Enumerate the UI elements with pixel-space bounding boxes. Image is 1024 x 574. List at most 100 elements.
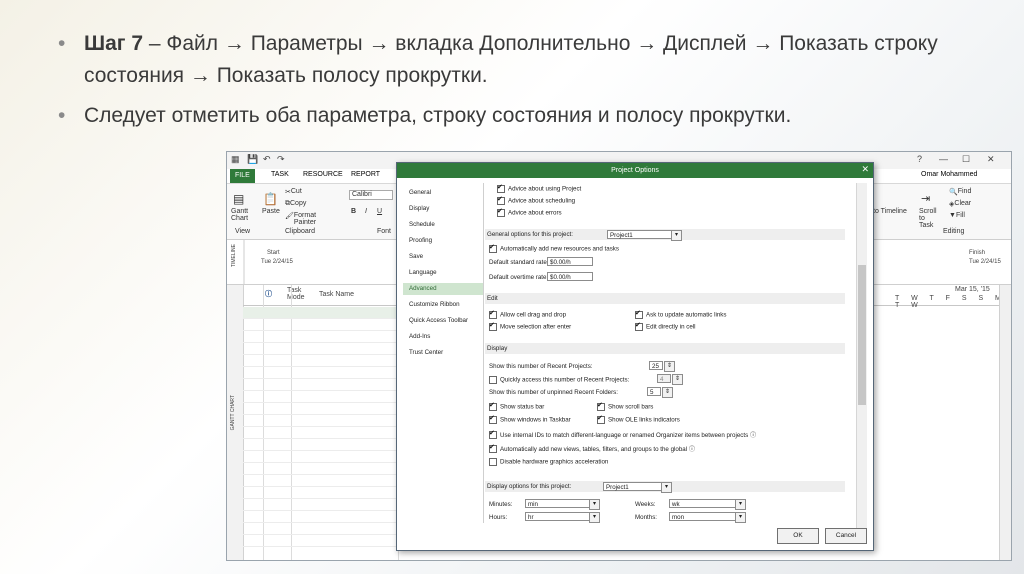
recent-projects-field[interactable]: 25 <box>649 361 663 370</box>
close-window-icon[interactable]: ✕ <box>987 154 995 165</box>
checkbox[interactable] <box>635 309 643 319</box>
checkbox[interactable] <box>489 429 497 440</box>
chevron-down-icon[interactable]: ▾ <box>589 499 600 510</box>
scroll-to-task-button[interactable]: Scroll to Task <box>919 208 939 229</box>
ot-rate-field[interactable]: $0.00/h <box>547 272 593 281</box>
advice-using-option[interactable]: Advice about using Project <box>497 183 581 193</box>
bold-button[interactable]: B <box>351 208 356 215</box>
nav-language[interactable]: Language <box>403 267 483 279</box>
help-icon[interactable]: ? <box>917 154 922 164</box>
table-row[interactable] <box>243 403 398 415</box>
checkbox[interactable] <box>635 321 643 331</box>
checkbox[interactable] <box>489 321 497 331</box>
chevron-down-icon[interactable]: ▾ <box>589 512 600 523</box>
table-row[interactable] <box>243 475 398 487</box>
checkbox[interactable] <box>597 401 605 411</box>
checkbox[interactable] <box>597 414 605 424</box>
std-rate-field[interactable]: $0.00/h <box>547 257 593 266</box>
add-to-timeline-button[interactable]: to Timeline <box>873 208 907 215</box>
task-mode-header[interactable]: Task Mode <box>287 287 307 301</box>
maximize-icon[interactable]: ☐ <box>962 154 970 165</box>
advice-errors-option[interactable]: Advice about errors <box>497 207 562 217</box>
nav-general[interactable]: General <box>403 187 483 199</box>
hours-select[interactable]: hr <box>525 512 595 521</box>
undo-icon[interactable]: ↶ <box>263 154 271 165</box>
checkbox[interactable] <box>489 243 497 253</box>
table-row[interactable] <box>243 379 398 391</box>
unpinned-folders-field[interactable]: 5 <box>647 387 661 396</box>
table-row[interactable] <box>243 415 398 427</box>
tab-report[interactable]: REPORT <box>351 171 380 178</box>
minutes-select[interactable]: min <box>525 499 595 508</box>
checkbox[interactable] <box>497 183 505 193</box>
nav-save[interactable]: Save <box>403 251 483 263</box>
chevron-down-icon[interactable]: ▾ <box>735 512 746 523</box>
table-row[interactable] <box>243 499 398 511</box>
weeks-select[interactable]: wk <box>669 499 741 508</box>
show-scroll-bars-option[interactable]: Show scroll bars <box>597 401 653 411</box>
nav-customize-ribbon[interactable]: Customize Ribbon <box>403 299 483 311</box>
checkbox[interactable] <box>489 376 497 384</box>
italic-button[interactable]: I <box>365 208 367 215</box>
table-row[interactable] <box>243 511 398 523</box>
cut-button[interactable]: ✂ Cut <box>285 188 302 196</box>
table-row[interactable] <box>243 535 398 547</box>
ask-update-option[interactable]: Ask to update automatic links <box>635 309 726 319</box>
fill-button[interactable]: ▼ Fill <box>949 212 965 219</box>
clear-button[interactable]: ◈ Clear <box>949 200 971 208</box>
checkbox[interactable] <box>497 207 505 217</box>
dialog-close-icon[interactable]: ✕ <box>861 164 869 175</box>
chevron-down-icon[interactable]: ▾ <box>735 499 746 510</box>
checkbox[interactable] <box>489 458 497 466</box>
table-row[interactable] <box>243 367 398 379</box>
show-status-bar-option[interactable]: Show status bar <box>489 401 544 411</box>
table-row[interactable] <box>243 391 398 403</box>
checkbox[interactable] <box>489 309 497 319</box>
table-row[interactable] <box>243 331 398 343</box>
auto-add-option[interactable]: Automatically add new resources and task… <box>489 243 619 253</box>
table-row[interactable] <box>243 355 398 367</box>
checkbox[interactable] <box>489 401 497 411</box>
nav-add-ins[interactable]: Add-Ins <box>403 331 483 343</box>
nav-quick-access-toolbar[interactable]: Quick Access Toolbar <box>403 315 483 327</box>
move-selection-option[interactable]: Move selection after enter <box>489 321 571 331</box>
table-row[interactable] <box>243 451 398 463</box>
checkbox[interactable] <box>489 414 497 424</box>
find-button[interactable]: 🔍 Find <box>949 188 971 196</box>
nav-proofing[interactable]: Proofing <box>403 235 483 247</box>
nav-schedule[interactable]: Schedule <box>403 219 483 231</box>
windows-taskbar-option[interactable]: Show windows in Taskbar <box>489 414 571 424</box>
chevron-down-icon[interactable]: ▾ <box>671 230 682 241</box>
table-row[interactable] <box>243 523 398 535</box>
quick-access-field[interactable]: 4 <box>657 374 671 383</box>
ok-button[interactable]: OK <box>777 528 819 544</box>
nav-display[interactable]: Display <box>403 203 483 215</box>
options-scrollbar[interactable] <box>856 183 867 528</box>
tab-file[interactable]: FILE <box>230 169 255 183</box>
copy-button[interactable]: ⧉ Copy <box>285 200 306 208</box>
display-project-select[interactable]: Project1 <box>603 482 667 491</box>
drag-drop-option[interactable]: Allow cell drag and drop <box>489 309 566 319</box>
edit-in-cell-option[interactable]: Edit directly in cell <box>635 321 696 331</box>
format-painter-button[interactable]: 🖌 Format Painter <box>285 212 316 226</box>
chevron-down-icon[interactable]: ▾ <box>661 482 672 493</box>
nav-trust-center[interactable]: Trust Center <box>403 347 483 359</box>
redo-icon[interactable]: ↷ <box>277 154 285 165</box>
stepper-icon[interactable]: ⇕ <box>664 361 675 372</box>
cancel-button[interactable]: Cancel <box>825 528 867 544</box>
tab-resource[interactable]: RESOURCE <box>303 171 343 178</box>
internal-ids-option[interactable]: Use internal IDs to match different-lang… <box>489 429 756 440</box>
table-row[interactable] <box>243 487 398 499</box>
ole-links-option[interactable]: Show OLE links indicators <box>597 414 680 424</box>
task-name-header[interactable]: Task Name <box>319 291 354 298</box>
hw-accel-option[interactable]: Disable hardware graphics acceleration <box>489 458 608 466</box>
table-row[interactable] <box>243 343 398 355</box>
checkbox[interactable] <box>497 195 505 205</box>
minimize-icon[interactable]: — <box>939 154 948 164</box>
auto-views-option[interactable]: Automatically add new views, tables, fil… <box>489 443 695 454</box>
gantt-scrollbar[interactable] <box>999 285 1011 560</box>
stepper-icon[interactable]: ⇕ <box>662 387 673 398</box>
checkbox[interactable] <box>489 443 497 454</box>
underline-button[interactable]: U <box>377 208 382 215</box>
stepper-icon[interactable]: ⇕ <box>672 374 683 385</box>
